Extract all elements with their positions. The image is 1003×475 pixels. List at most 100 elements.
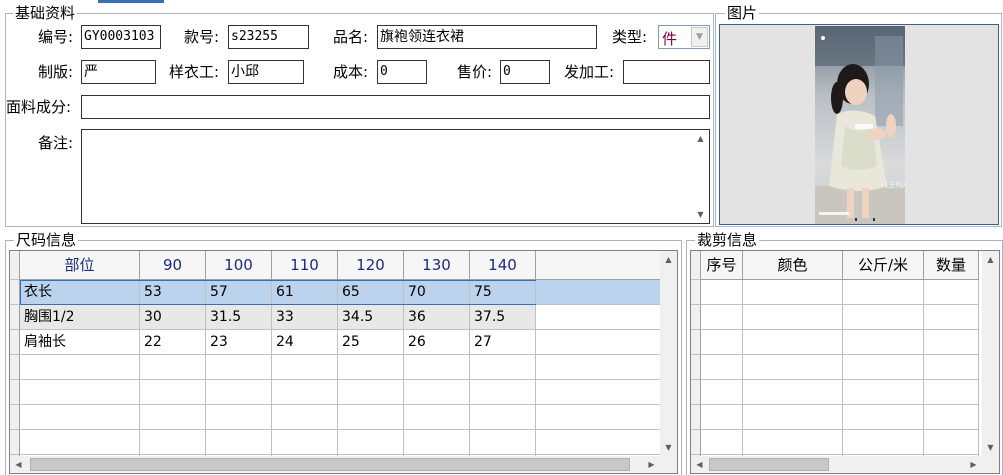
empty-cell[interactable] <box>701 380 743 405</box>
column-header-size[interactable]: 90 <box>140 251 206 280</box>
chevron-down-icon[interactable]: ▼ <box>691 27 708 47</box>
empty-cell[interactable] <box>20 430 140 455</box>
cut-hscroll-thumb[interactable] <box>709 458 829 471</box>
type-select[interactable]: 件 ▼ <box>658 25 710 49</box>
empty-cell[interactable] <box>743 305 843 330</box>
scroll-left-icon[interactable]: ◀ <box>10 456 27 473</box>
size-hscroll-thumb[interactable] <box>30 458 630 471</box>
scroll-up-icon[interactable]: ▲ <box>692 130 709 147</box>
empty-cell[interactable] <box>272 405 338 430</box>
price-field[interactable]: 0 <box>500 60 550 84</box>
row-indicator[interactable] <box>691 355 701 380</box>
cut-column-header[interactable]: 颜色 <box>743 251 843 280</box>
empty-cell[interactable] <box>743 355 843 380</box>
column-header-size[interactable]: 130 <box>404 251 470 280</box>
column-header-part[interactable]: 部位 <box>20 251 140 280</box>
scroll-up-icon[interactable]: ▲ <box>982 251 999 268</box>
row-indicator[interactable] <box>691 405 701 430</box>
empty-cell[interactable] <box>272 380 338 405</box>
active-tab-indicator[interactable] <box>98 0 164 3</box>
column-header-size[interactable]: 100 <box>206 251 272 280</box>
empty-cell[interactable] <box>843 380 924 405</box>
empty-cell[interactable] <box>843 280 924 305</box>
column-header-size[interactable]: 110 <box>272 251 338 280</box>
cut-table-hscroll[interactable]: ◀ ▶ <box>691 456 999 473</box>
empty-cell[interactable] <box>924 430 979 455</box>
style-no-field[interactable]: s23255 <box>228 25 309 49</box>
empty-cell[interactable] <box>701 430 743 455</box>
empty-cell[interactable] <box>924 330 979 355</box>
row-indicator[interactable] <box>10 330 20 355</box>
empty-cell[interactable] <box>140 355 206 380</box>
empty-cell[interactable] <box>843 305 924 330</box>
empty-cell[interactable] <box>206 405 272 430</box>
scroll-down-icon[interactable]: ▼ <box>982 439 999 456</box>
empty-cell[interactable] <box>843 330 924 355</box>
cut-column-header[interactable]: 公斤/米 <box>843 251 924 280</box>
row-indicator[interactable] <box>10 305 20 330</box>
scroll-down-icon[interactable]: ▼ <box>692 206 709 223</box>
empty-cell[interactable] <box>404 380 470 405</box>
picture-box[interactable]: LENA <box>719 24 999 225</box>
empty-cell[interactable] <box>206 430 272 455</box>
empty-cell[interactable] <box>701 405 743 430</box>
table-cell[interactable]: 37.5 <box>470 305 536 330</box>
empty-cell[interactable] <box>701 280 743 305</box>
scroll-up-icon[interactable]: ▲ <box>660 251 677 268</box>
table-cell[interactable]: 23 <box>206 330 272 355</box>
empty-cell[interactable] <box>470 380 536 405</box>
empty-cell[interactable] <box>743 430 843 455</box>
empty-cell[interactable] <box>338 355 404 380</box>
empty-cell[interactable] <box>924 405 979 430</box>
table-cell[interactable]: 胸围1/2 <box>20 305 140 330</box>
empty-cell[interactable] <box>272 355 338 380</box>
scroll-down-icon[interactable]: ▼ <box>660 439 677 456</box>
remark-textarea[interactable]: ▲ ▼ <box>81 129 710 224</box>
sample-worker-field[interactable]: 小邱 <box>228 60 304 84</box>
empty-cell[interactable] <box>404 430 470 455</box>
product-name-field[interactable]: 旗袍领连衣裙 <box>377 25 597 49</box>
empty-cell[interactable] <box>743 380 843 405</box>
empty-cell[interactable] <box>20 380 140 405</box>
empty-cell[interactable] <box>470 405 536 430</box>
column-header-size[interactable]: 120 <box>338 251 404 280</box>
table-cell[interactable]: 22 <box>140 330 206 355</box>
empty-cell[interactable] <box>701 355 743 380</box>
empty-cell[interactable] <box>20 405 140 430</box>
empty-cell[interactable] <box>272 430 338 455</box>
table-cell[interactable]: 30 <box>140 305 206 330</box>
empty-cell[interactable] <box>924 355 979 380</box>
empty-cell[interactable] <box>338 405 404 430</box>
table-cell[interactable]: 27 <box>470 330 536 355</box>
fabric-field[interactable] <box>81 95 710 119</box>
row-indicator[interactable] <box>691 305 701 330</box>
table-cell[interactable]: 24 <box>272 330 338 355</box>
empty-cell[interactable] <box>338 380 404 405</box>
empty-cell[interactable] <box>843 405 924 430</box>
empty-cell[interactable] <box>843 430 924 455</box>
cut-table-vscroll[interactable]: ▲ ▼ <box>982 251 999 456</box>
table-cell[interactable]: 肩袖长 <box>20 330 140 355</box>
empty-cell[interactable] <box>20 355 140 380</box>
row-indicator[interactable] <box>10 405 20 430</box>
row-indicator[interactable] <box>691 430 701 455</box>
empty-cell[interactable] <box>924 305 979 330</box>
empty-cell[interactable] <box>140 405 206 430</box>
remark-scrollbar[interactable]: ▲ ▼ <box>692 130 709 223</box>
row-indicator[interactable] <box>691 330 701 355</box>
size-table-hscroll[interactable]: ◀ ▶ <box>10 456 677 473</box>
table-cell[interactable]: 36 <box>404 305 470 330</box>
row-indicator[interactable] <box>10 355 20 380</box>
empty-cell[interactable] <box>743 280 843 305</box>
table-cell[interactable]: 25 <box>338 330 404 355</box>
scroll-right-icon[interactable]: ▶ <box>965 456 982 473</box>
empty-cell[interactable] <box>701 330 743 355</box>
size-table[interactable]: 部位 90 100 110 120 130 140 衣长 53 57 61 65 70 75 胸围1/2 30… <box>9 250 678 474</box>
row-indicator[interactable] <box>10 280 20 305</box>
table-cell[interactable]: 31.5 <box>206 305 272 330</box>
size-table-vscroll[interactable]: ▲ ▼ <box>660 251 677 456</box>
empty-cell[interactable] <box>140 380 206 405</box>
empty-cell[interactable] <box>338 430 404 455</box>
table-cell[interactable]: 34.5 <box>338 305 404 330</box>
empty-cell[interactable] <box>140 430 206 455</box>
